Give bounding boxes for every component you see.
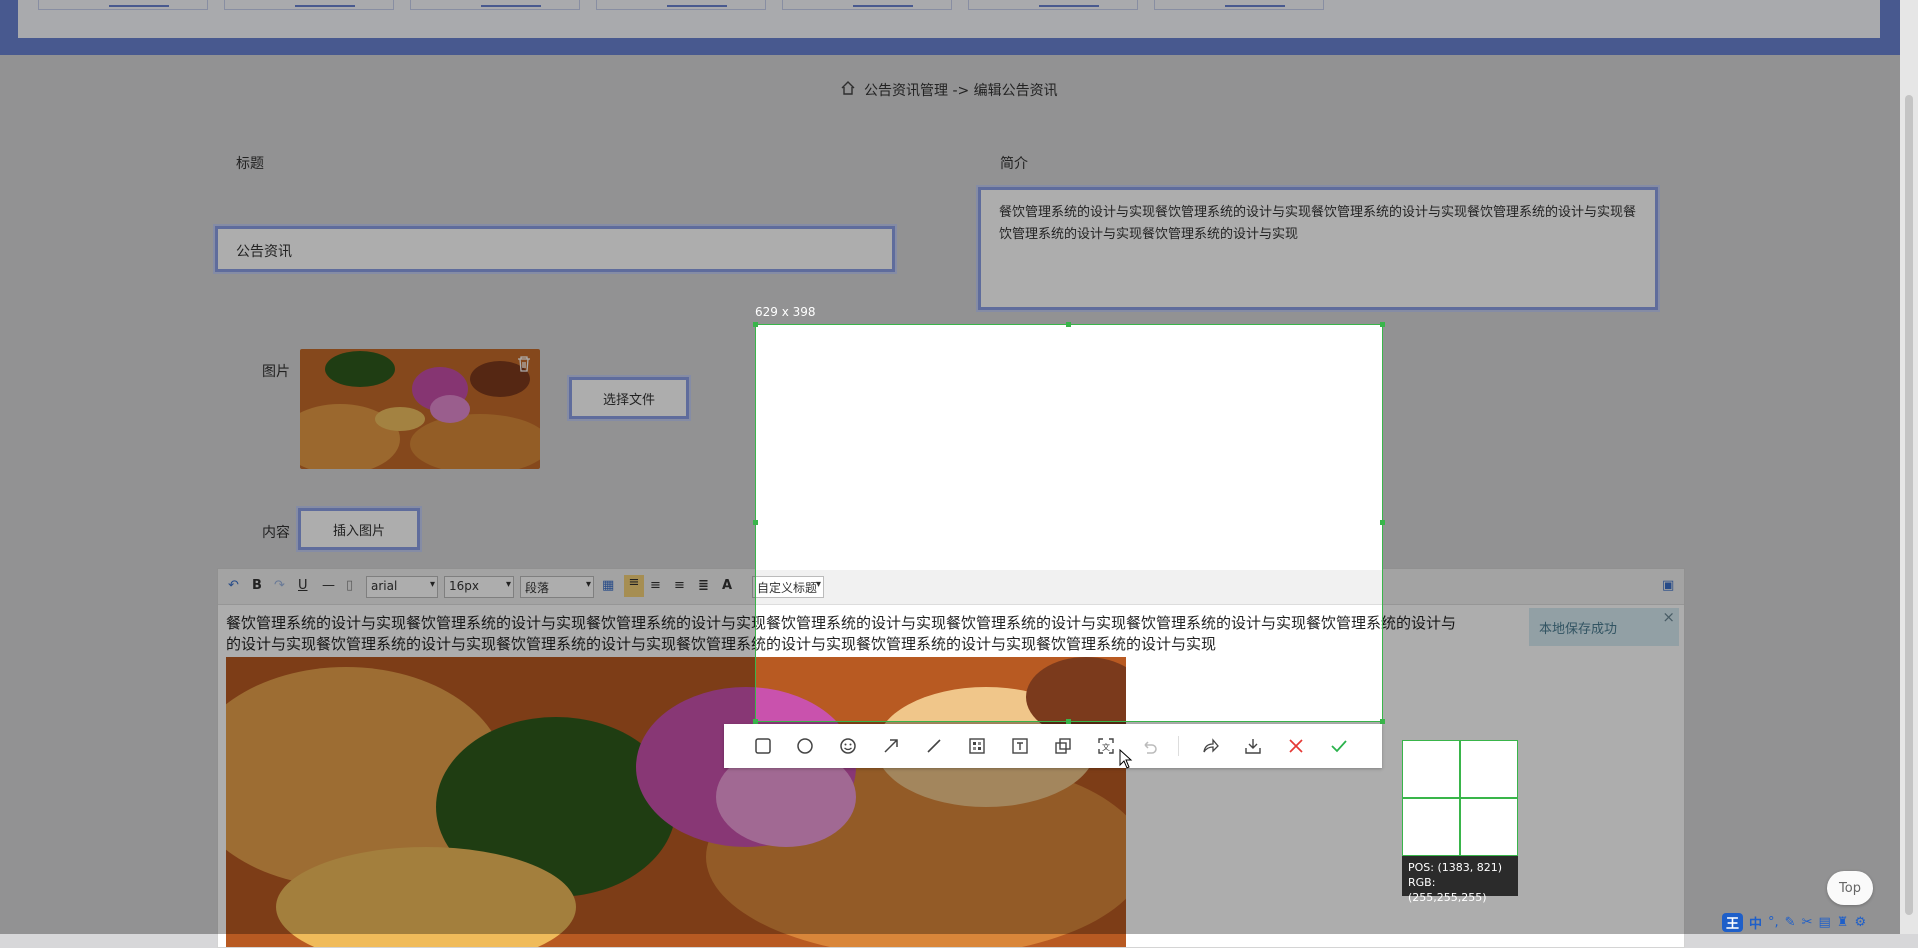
nav-tab[interactable] <box>782 0 952 10</box>
align-center-icon[interactable]: ≡ <box>650 578 661 593</box>
horizontal-rule-icon[interactable]: — <box>322 578 335 593</box>
punctuation-icon[interactable]: °, <box>1768 915 1779 930</box>
nav-tab[interactable] <box>1154 0 1324 10</box>
settings-icon[interactable]: ⚙ <box>1854 915 1866 930</box>
choose-file-button[interactable]: 选择文件 <box>569 377 689 419</box>
underline-button[interactable]: U <box>298 578 308 593</box>
nav-tab[interactable] <box>38 0 208 10</box>
svg-text:文: 文 <box>1102 742 1110 752</box>
scrollbar-thumb[interactable] <box>1905 95 1913 915</box>
line-icon[interactable] <box>921 733 947 759</box>
magnifier-info: POS: (1383, 821) RGB: (255,255,255) <box>1402 856 1518 904</box>
title-label: 标题 <box>236 156 264 172</box>
title-input[interactable]: 公告资讯 <box>215 226 895 272</box>
cancel-icon[interactable] <box>1283 733 1309 759</box>
emoji-icon[interactable] <box>835 733 861 759</box>
text-icon[interactable] <box>1007 733 1033 759</box>
arrow-icon[interactable] <box>878 733 904 759</box>
rectangle-icon[interactable] <box>750 733 776 759</box>
ime-logo[interactable]: 王 <box>1722 912 1744 932</box>
justify-icon[interactable]: ≣ <box>698 578 709 593</box>
resize-handle[interactable] <box>1380 520 1385 525</box>
undo-icon[interactable] <box>1136 733 1162 759</box>
breadcrumb: 公告资讯管理 -> 编辑公告资讯 <box>840 80 1058 100</box>
nav-tab[interactable] <box>596 0 766 10</box>
breadcrumb-text: 公告资讯管理 -> 编辑公告资讯 <box>864 83 1058 99</box>
toolbar-divider <box>1178 736 1179 756</box>
align-right-icon[interactable]: ≡ <box>674 578 685 593</box>
nav-tab[interactable] <box>224 0 394 10</box>
insert-image-button[interactable]: 插入图片 <box>298 508 420 550</box>
save-toast: 本地保存成功 × <box>1529 608 1679 646</box>
capture-size-label: 629 x 398 <box>755 305 816 319</box>
image-label: 图片 <box>262 364 290 380</box>
shirt-icon[interactable]: ♜ <box>1837 915 1849 930</box>
ellipse-icon[interactable] <box>792 733 818 759</box>
align-left-icon[interactable]: ≡ <box>624 575 644 597</box>
home-icon[interactable] <box>840 80 856 100</box>
close-icon[interactable]: × <box>1662 608 1675 626</box>
undo-icon[interactable]: ↶ <box>228 578 239 593</box>
share-icon[interactable] <box>1197 733 1223 759</box>
mouse-cursor-icon <box>1119 748 1133 773</box>
ime-mode[interactable]: 中 <box>1749 913 1762 932</box>
font-color-button[interactable]: A <box>722 578 732 593</box>
resize-handle[interactable] <box>753 520 758 525</box>
top-nav-bar <box>0 0 1918 55</box>
keyboard-icon[interactable]: ▤ <box>1818 915 1830 930</box>
trash-icon[interactable] <box>516 355 532 377</box>
mosaic-icon[interactable] <box>964 733 990 759</box>
image-thumbnail <box>300 349 540 469</box>
resize-handle[interactable] <box>1066 322 1071 327</box>
resize-handle[interactable] <box>1380 322 1385 327</box>
download-icon[interactable] <box>1240 733 1266 759</box>
resize-handle[interactable] <box>753 322 758 327</box>
toast-message: 本地保存成功 <box>1539 622 1618 637</box>
redo-icon[interactable]: ↷ <box>274 578 285 593</box>
nav-tab[interactable] <box>410 0 580 10</box>
paragraph-select[interactable]: 段落 <box>520 576 594 598</box>
ocr-icon[interactable]: 文 <box>1093 733 1119 759</box>
document-icon[interactable]: ▯ <box>346 578 353 593</box>
pixel-color: RGB: (255,255,255) <box>1408 876 1487 904</box>
pin-icon[interactable] <box>1050 733 1076 759</box>
table-icon[interactable]: ▦ <box>602 578 614 593</box>
capture-selection[interactable] <box>755 324 1383 722</box>
nav-strip <box>18 0 1880 38</box>
capture-toolbar: 文 <box>724 724 1382 768</box>
confirm-icon[interactable] <box>1326 733 1352 759</box>
ime-toolbar: 王 中 °, ✎ ✂ ▤ ♜ ⚙ <box>1722 910 1900 934</box>
back-to-top-button[interactable]: Top <box>1827 871 1873 905</box>
summary-textarea[interactable]: 餐饮管理系统的设计与实现餐饮管理系统的设计与实现餐饮管理系统的设计与实现餐饮管理… <box>978 187 1658 310</box>
bold-button[interactable]: B <box>252 578 262 593</box>
pen-icon[interactable]: ✎ <box>1785 915 1796 930</box>
nav-tab[interactable] <box>968 0 1138 10</box>
scissors-icon[interactable]: ✂ <box>1802 915 1813 930</box>
content-label: 内容 <box>262 525 290 541</box>
cursor-position: POS: (1383, 821) <box>1408 861 1503 874</box>
fullscreen-icon[interactable]: ▣ <box>1662 578 1674 593</box>
font-family-select[interactable]: arial <box>366 576 438 598</box>
font-size-select[interactable]: 16px <box>444 576 514 598</box>
magnifier-preview <box>1402 740 1518 856</box>
selection-blank-area <box>756 325 1382 570</box>
summary-label: 简介 <box>1000 156 1028 172</box>
